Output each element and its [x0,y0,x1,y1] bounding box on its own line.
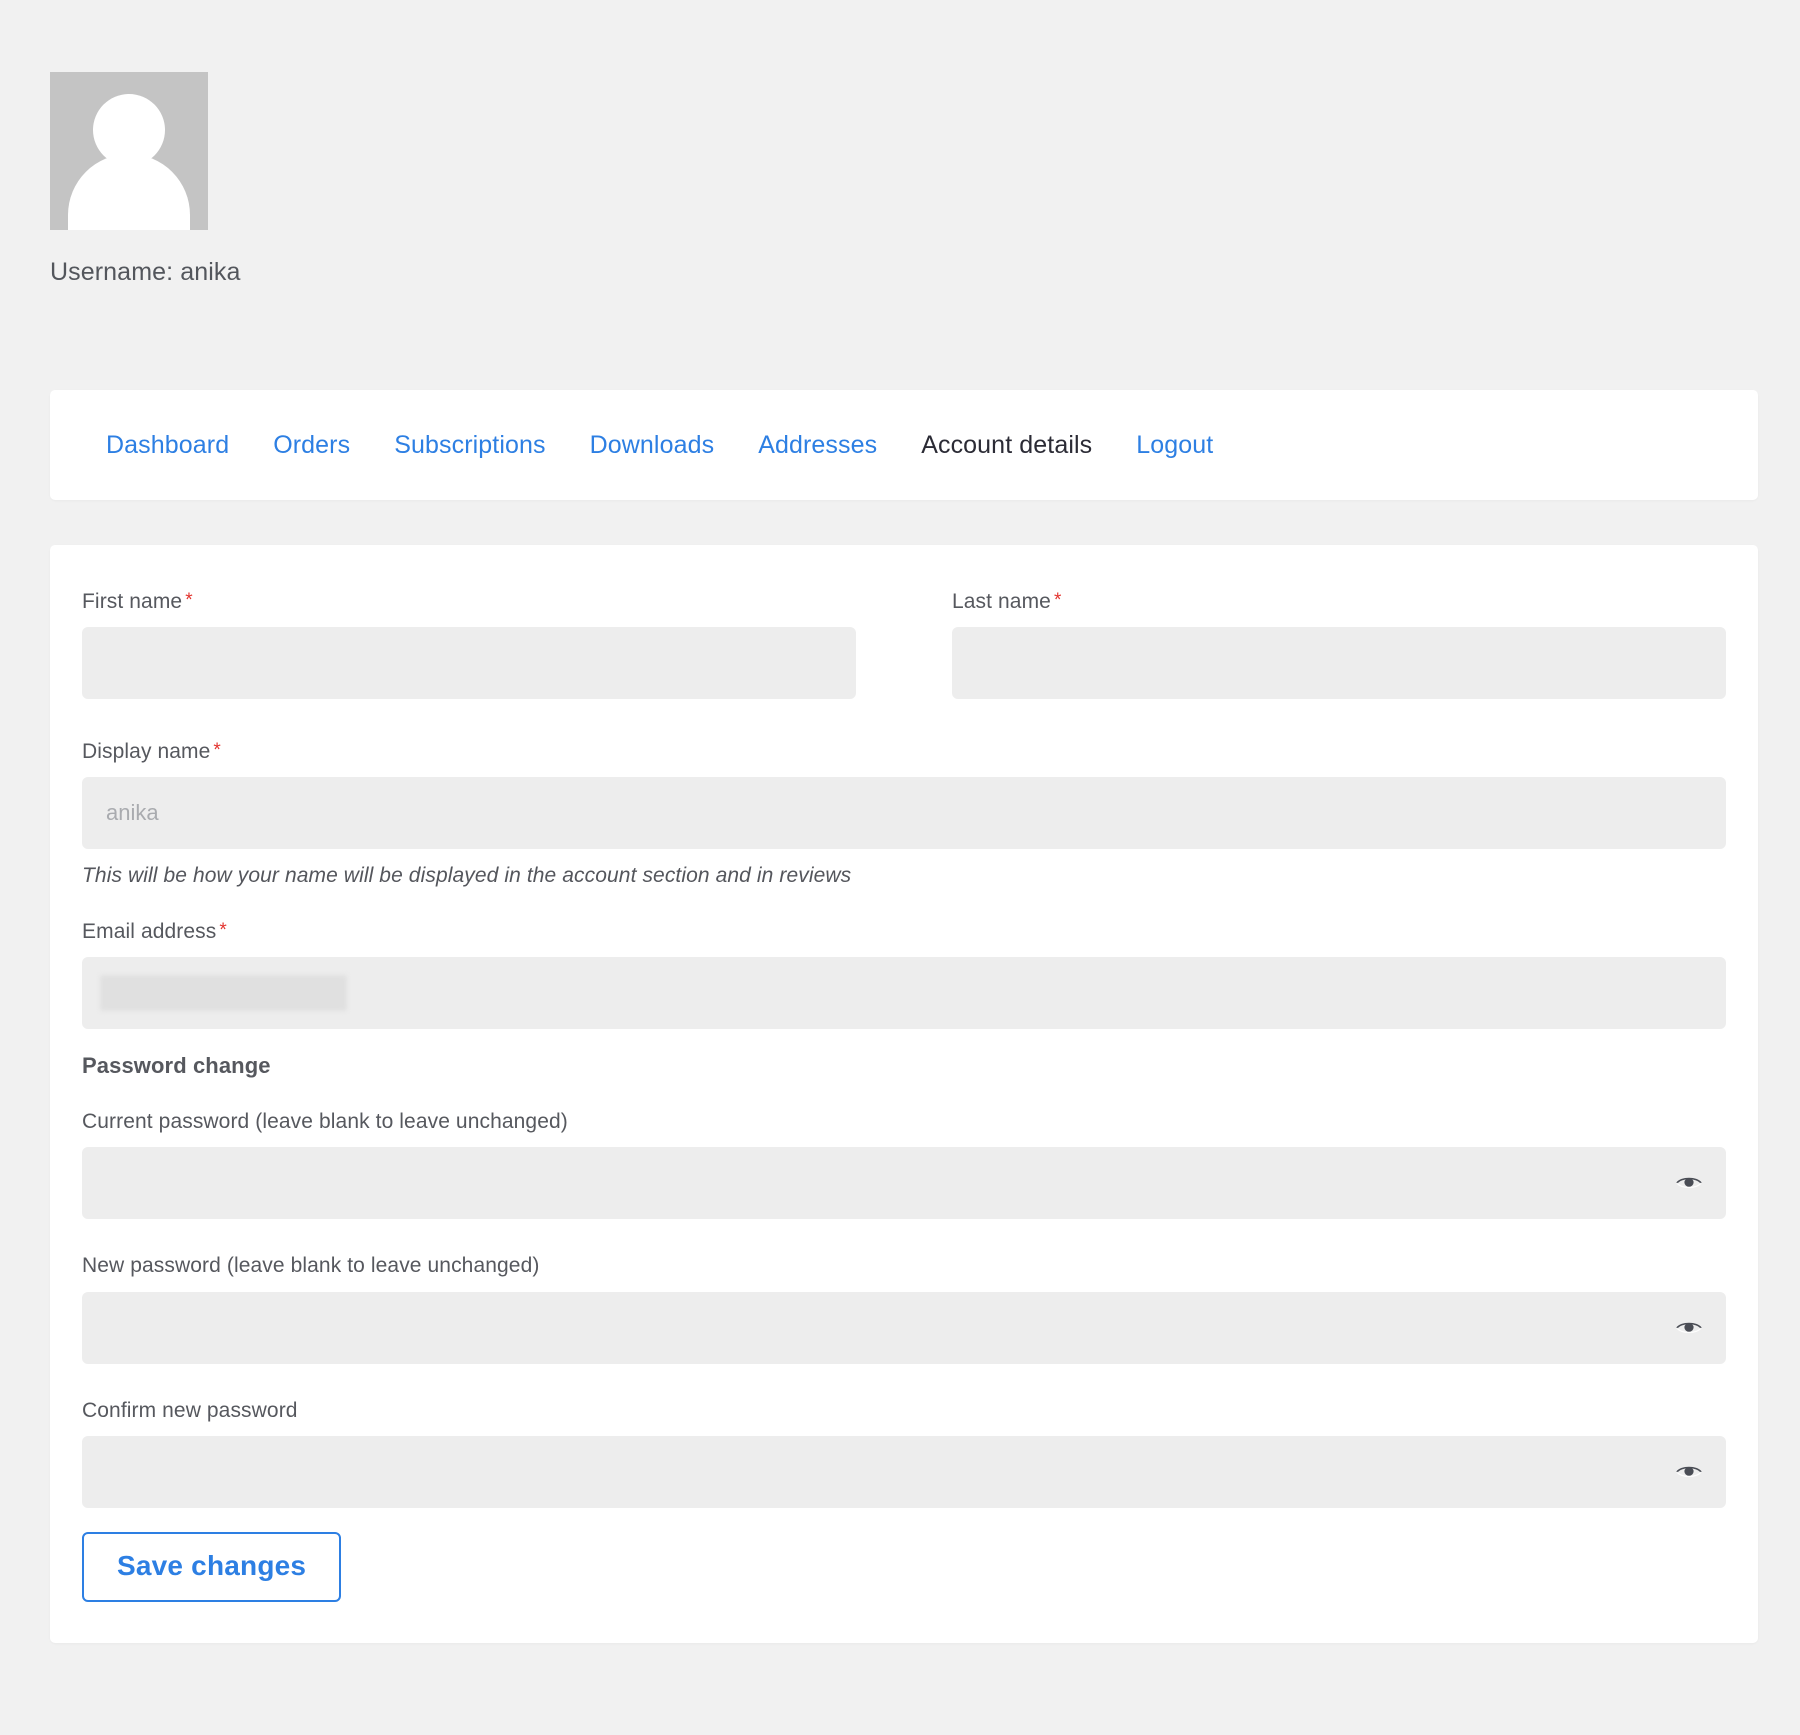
nav-item-downloads[interactable]: Downloads [568,431,737,460]
display-name-input[interactable] [82,777,1726,850]
nav-item-dashboard[interactable]: Dashboard [80,431,251,460]
email-field: Email address * [82,919,1726,1029]
display-name-label: Display name * [82,739,1726,764]
confirm-password-label: Confirm new password [82,1398,298,1422]
nav-item-subscriptions[interactable]: Subscriptions [372,431,567,460]
account-details-form-card: First name* Last name* Display name* [50,545,1758,1643]
first-name-label-text: First name [82,590,183,613]
display-name-helper-text: This will be how your name will be displ… [82,864,852,888]
first-name-input[interactable] [82,627,856,700]
email-input-wrap [82,956,1726,1029]
new-password-label: New password (leave blank to leave uncha… [82,1254,540,1278]
edit-account-form: First name* Last name* Display name* [50,545,1758,1602]
account-nav-card: Dashboard Orders Subscriptions Downloads… [50,390,1758,500]
user-avatar-placeholder-icon [50,72,208,230]
email-label-text: Email address [82,919,217,943]
first-name-field: First name * [82,589,904,700]
current-password-field: Current password (leave blank to leave u… [82,1109,1726,1220]
name-row: First name * Last name * [82,589,1726,700]
last-name-input[interactable] [952,627,1726,700]
nav-item-logout[interactable]: Logout [1114,431,1235,460]
nav-item-orders[interactable]: Orders [251,431,372,460]
confirm-password-field: Confirm new password [82,1398,1726,1508]
current-password-input[interactable] [82,1147,1726,1220]
eye-icon[interactable] [1668,1451,1710,1493]
nav-item-addresses[interactable]: Addresses [736,431,899,460]
new-password-input-wrap [82,1291,1726,1364]
new-password-field: New password (leave blank to leave uncha… [82,1253,1726,1364]
confirm-password-input-wrap [82,1435,1726,1508]
save-changes-button[interactable]: Save changes [82,1531,342,1602]
required-asterisk: * [185,590,193,611]
current-password-label: Current password (leave blank to leave u… [82,1110,568,1134]
email-input[interactable] [82,956,1726,1029]
first-name-label: First name * [82,589,856,614]
last-name-label-text: Last name [952,590,1051,613]
new-password-input[interactable] [82,1291,1726,1364]
eye-icon[interactable] [1668,1162,1710,1204]
required-asterisk: * [1053,590,1062,611]
display-name-field: Display name* This will be how your name… [82,739,1726,888]
username-label: Username: anika [50,258,241,286]
email-label: Email address * [82,919,1726,944]
display-name-label-text: Display name [82,740,211,764]
required-asterisk: * [219,919,227,941]
avatar-body-shape [68,154,190,230]
eye-icon[interactable] [1668,1307,1710,1349]
account-details-page: Username: anika Dashboard Orders Subscri… [0,0,1800,1735]
confirm-password-input[interactable] [82,1435,1726,1508]
last-name-label: Last name * [952,589,1726,614]
account-header: Username: anika [50,72,750,287]
nav-item-account-details[interactable]: Account details [899,431,1114,460]
required-asterisk: * [213,740,221,762]
account-navigation: Dashboard Orders Subscriptions Downloads… [50,390,1758,500]
current-password-input-wrap [82,1147,1726,1220]
last-name-field: Last name * [904,589,1726,700]
password-change-heading: Password change [82,1052,271,1078]
